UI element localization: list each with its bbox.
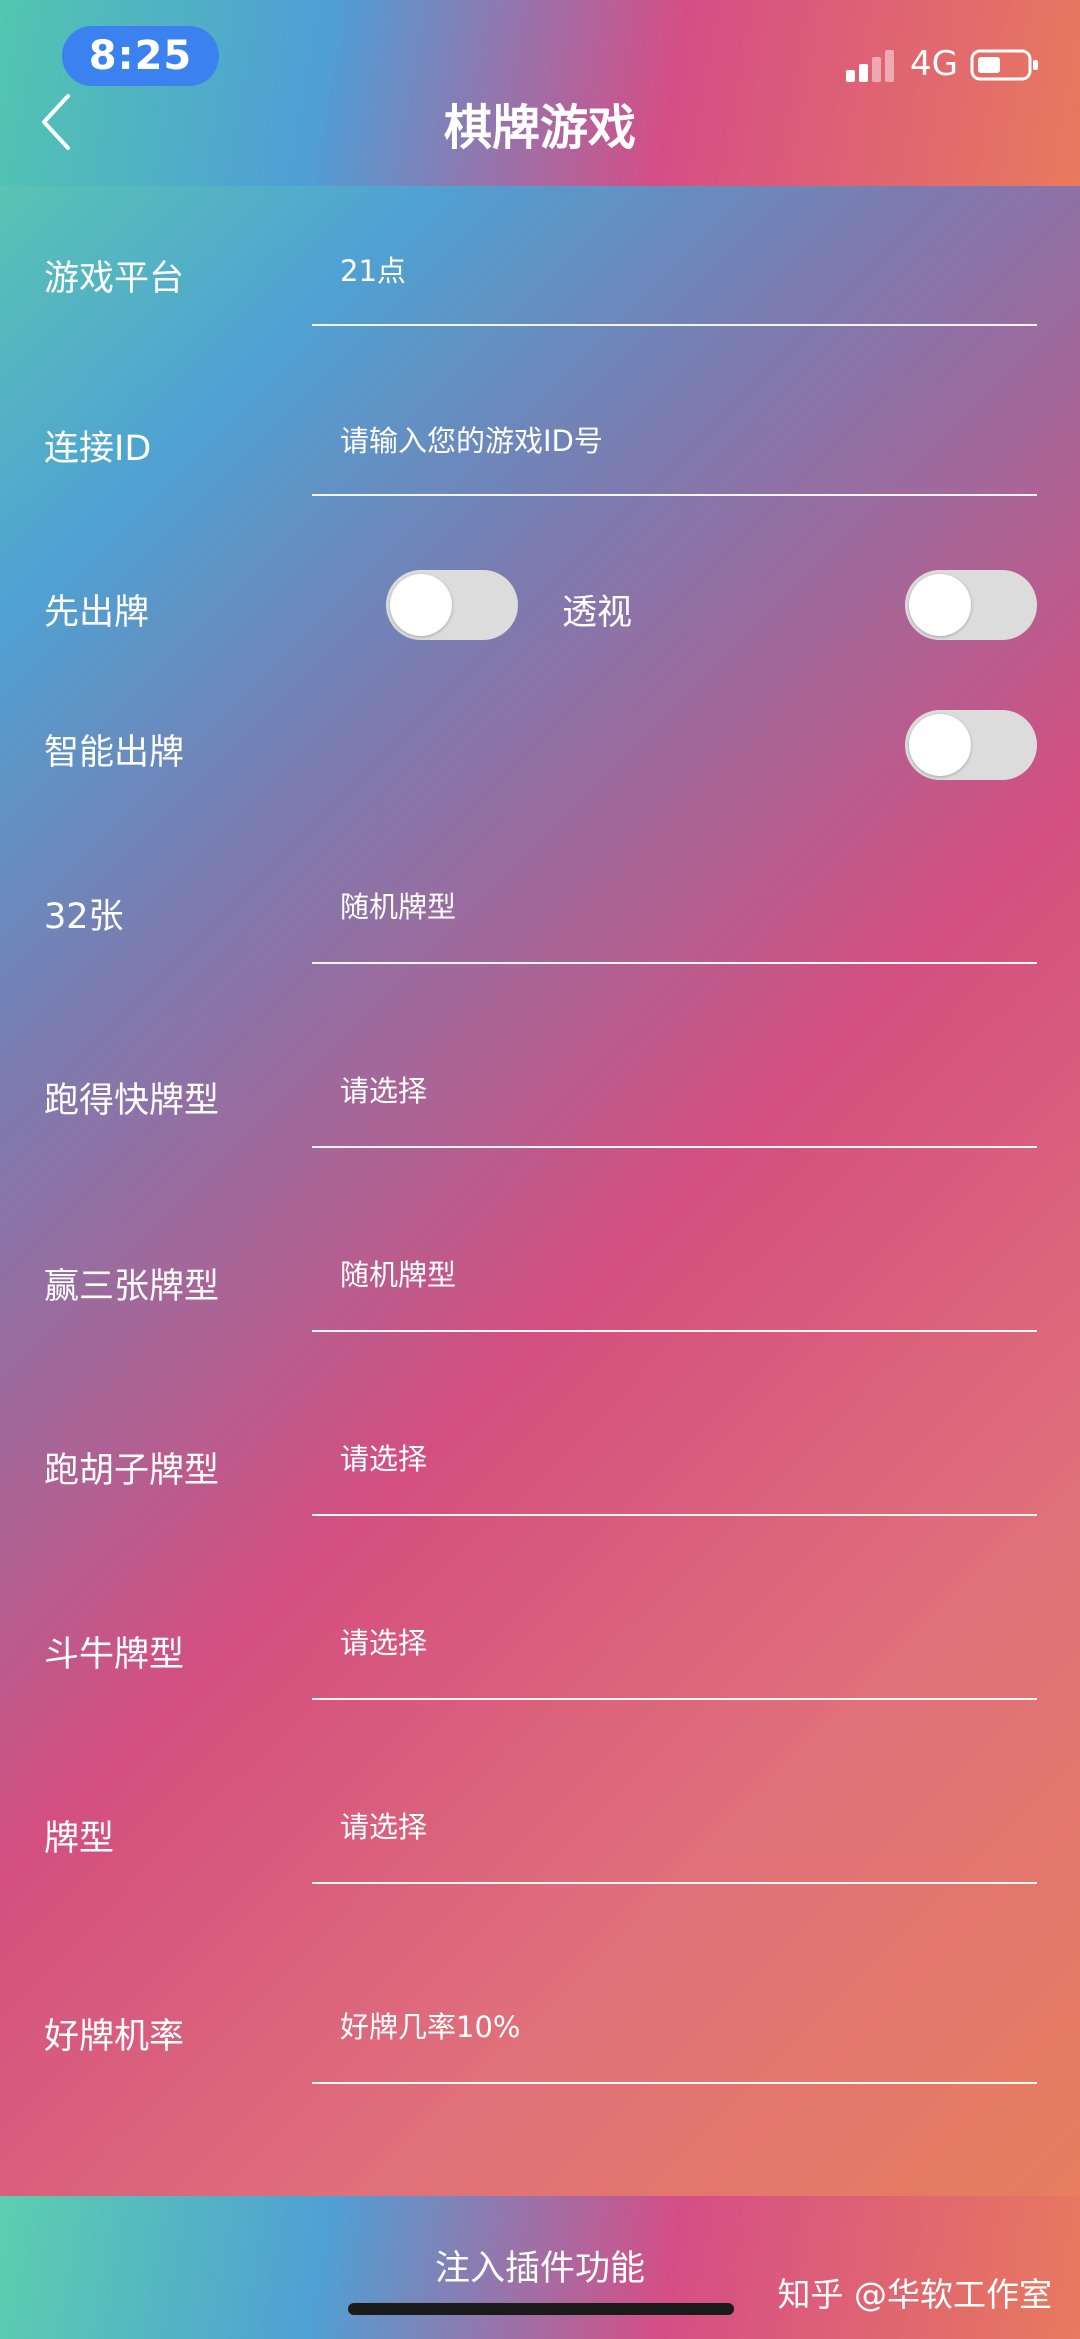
battery-icon xyxy=(970,49,1038,81)
label-see-through: 透视 xyxy=(562,593,633,633)
pdk-underline xyxy=(312,1146,1037,1148)
signal-icon xyxy=(846,50,894,82)
smart-play-toggle[interactable] xyxy=(905,710,1037,780)
label-pdk: 跑得快牌型 xyxy=(44,1081,220,1121)
label-platform: 游戏平台 xyxy=(44,259,185,299)
label-niuniu: 斗牛牌型 xyxy=(44,1635,185,1675)
niuniu-underline xyxy=(312,1698,1037,1700)
label-smart-play: 智能出牌 xyxy=(44,733,185,773)
status-time: 8:25 xyxy=(62,26,219,86)
platform-value[interactable]: 21点 xyxy=(340,248,406,290)
phz-underline xyxy=(312,1514,1037,1516)
good-rate-underline xyxy=(312,2082,1037,2084)
label-good-rate: 好牌机率 xyxy=(44,2017,185,2057)
card-type-select[interactable]: 请选择 xyxy=(340,1804,427,1846)
cards32-select[interactable]: 随机牌型 xyxy=(340,884,456,926)
page-title: 棋牌游戏 xyxy=(443,100,636,156)
see-through-toggle[interactable] xyxy=(905,570,1037,640)
card-type-underline xyxy=(312,1882,1037,1884)
first-card-toggle[interactable] xyxy=(386,570,518,640)
zjh-select[interactable]: 随机牌型 xyxy=(340,1252,456,1294)
toggle-knob xyxy=(909,574,971,636)
home-indicator xyxy=(348,2303,734,2315)
connect-id-underline xyxy=(312,494,1037,496)
cards32-underline xyxy=(312,962,1037,964)
pdk-select[interactable]: 请选择 xyxy=(340,1068,427,1110)
label-cards32: 32张 xyxy=(44,897,124,937)
label-connect-id: 连接ID xyxy=(44,429,152,469)
niuniu-select[interactable]: 请选择 xyxy=(340,1620,427,1662)
label-card-type: 牌型 xyxy=(44,1819,115,1859)
label-phz: 跑胡子牌型 xyxy=(44,1451,220,1491)
watermark: 知乎 @华软工作室 xyxy=(777,2275,1053,2314)
connect-id-input[interactable]: 请输入您的游戏ID号 xyxy=(340,418,603,460)
toggle-knob xyxy=(909,714,971,776)
toggle-knob xyxy=(390,574,452,636)
good-rate-select[interactable]: 好牌几率10% xyxy=(340,2004,520,2046)
label-zjh: 赢三张牌型 xyxy=(44,1267,220,1307)
header-bar: 8:25 4G 棋牌游戏 xyxy=(0,0,1080,186)
label-first-card: 先出牌 xyxy=(44,593,150,633)
platform-underline xyxy=(312,324,1037,326)
network-type: 4G xyxy=(910,44,958,84)
phz-select[interactable]: 请选择 xyxy=(340,1436,427,1478)
zjh-underline xyxy=(312,1330,1037,1332)
